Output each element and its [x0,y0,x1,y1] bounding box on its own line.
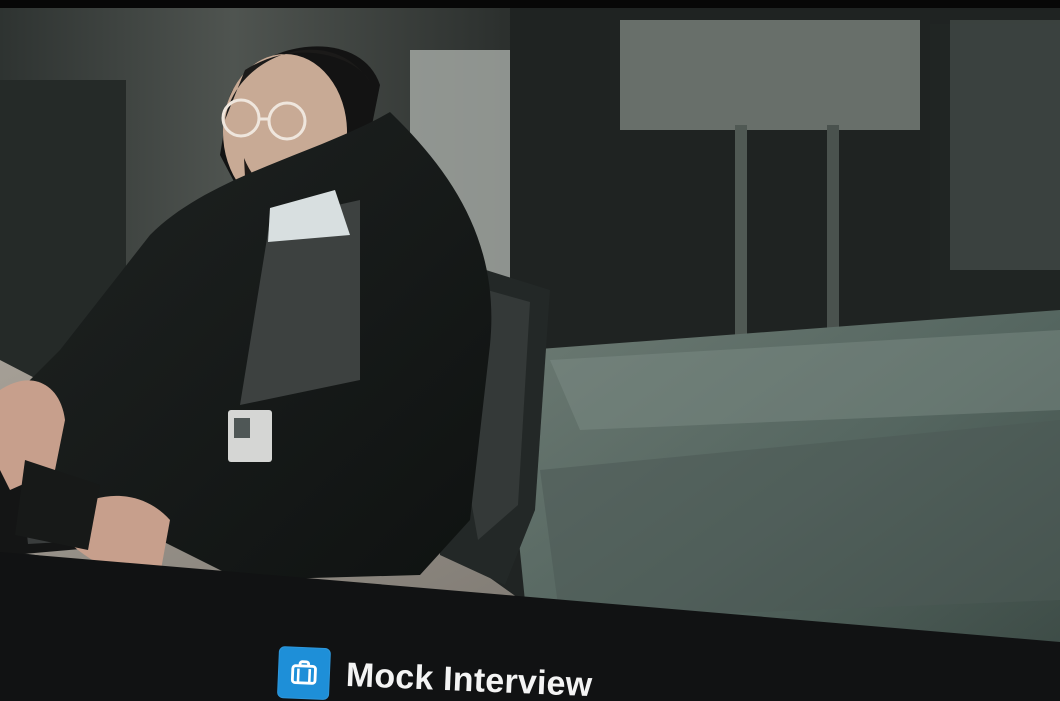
brand-title: Mock Interview [345,655,594,701]
briefcase-icon [276,646,332,701]
hero-card: Mock Interview [0,0,1060,701]
